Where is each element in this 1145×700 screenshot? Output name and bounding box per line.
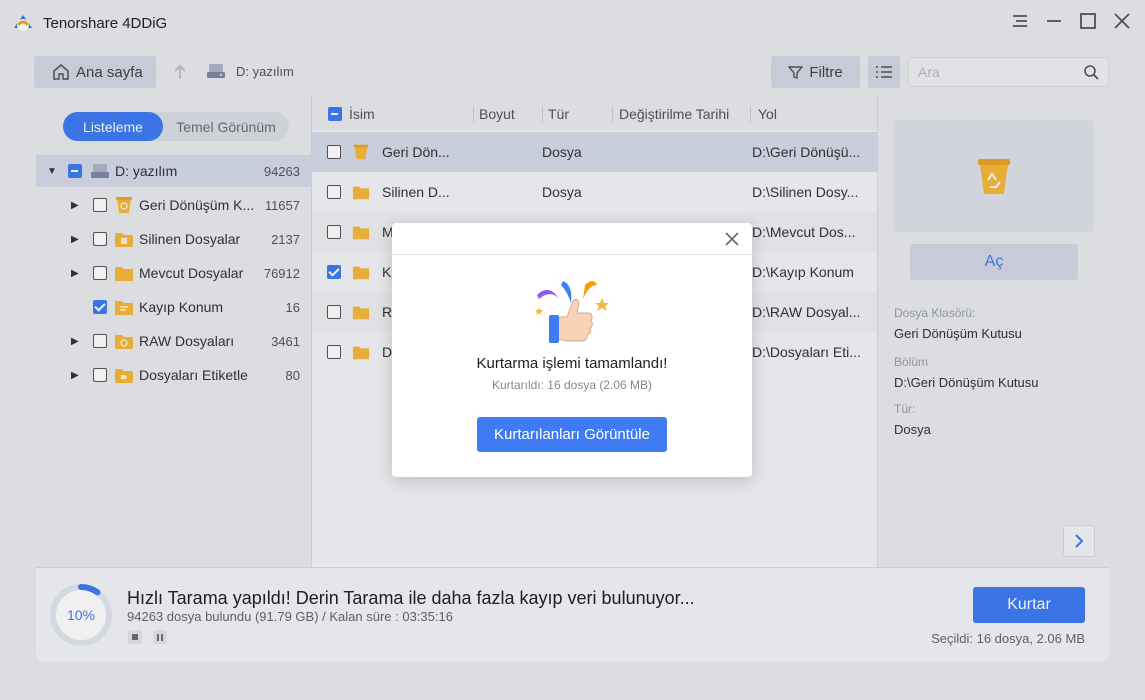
dialog-header [392,223,752,255]
thumbs-up-celebration-icon [535,281,609,343]
dialog-subtitle: Kurtarıldı: 16 dosya (2.06 MB) [491,378,653,392]
dialog-title: Kurtarma işlemi tamamlandı! [476,355,668,372]
recovery-complete-dialog: Kurtarma işlemi tamamlandı! Kurtarıldı: … [392,223,752,477]
view-recovered-button[interactable]: Kurtarılanları Görüntüle [477,417,667,452]
dialog-close-icon[interactable] [724,231,740,247]
